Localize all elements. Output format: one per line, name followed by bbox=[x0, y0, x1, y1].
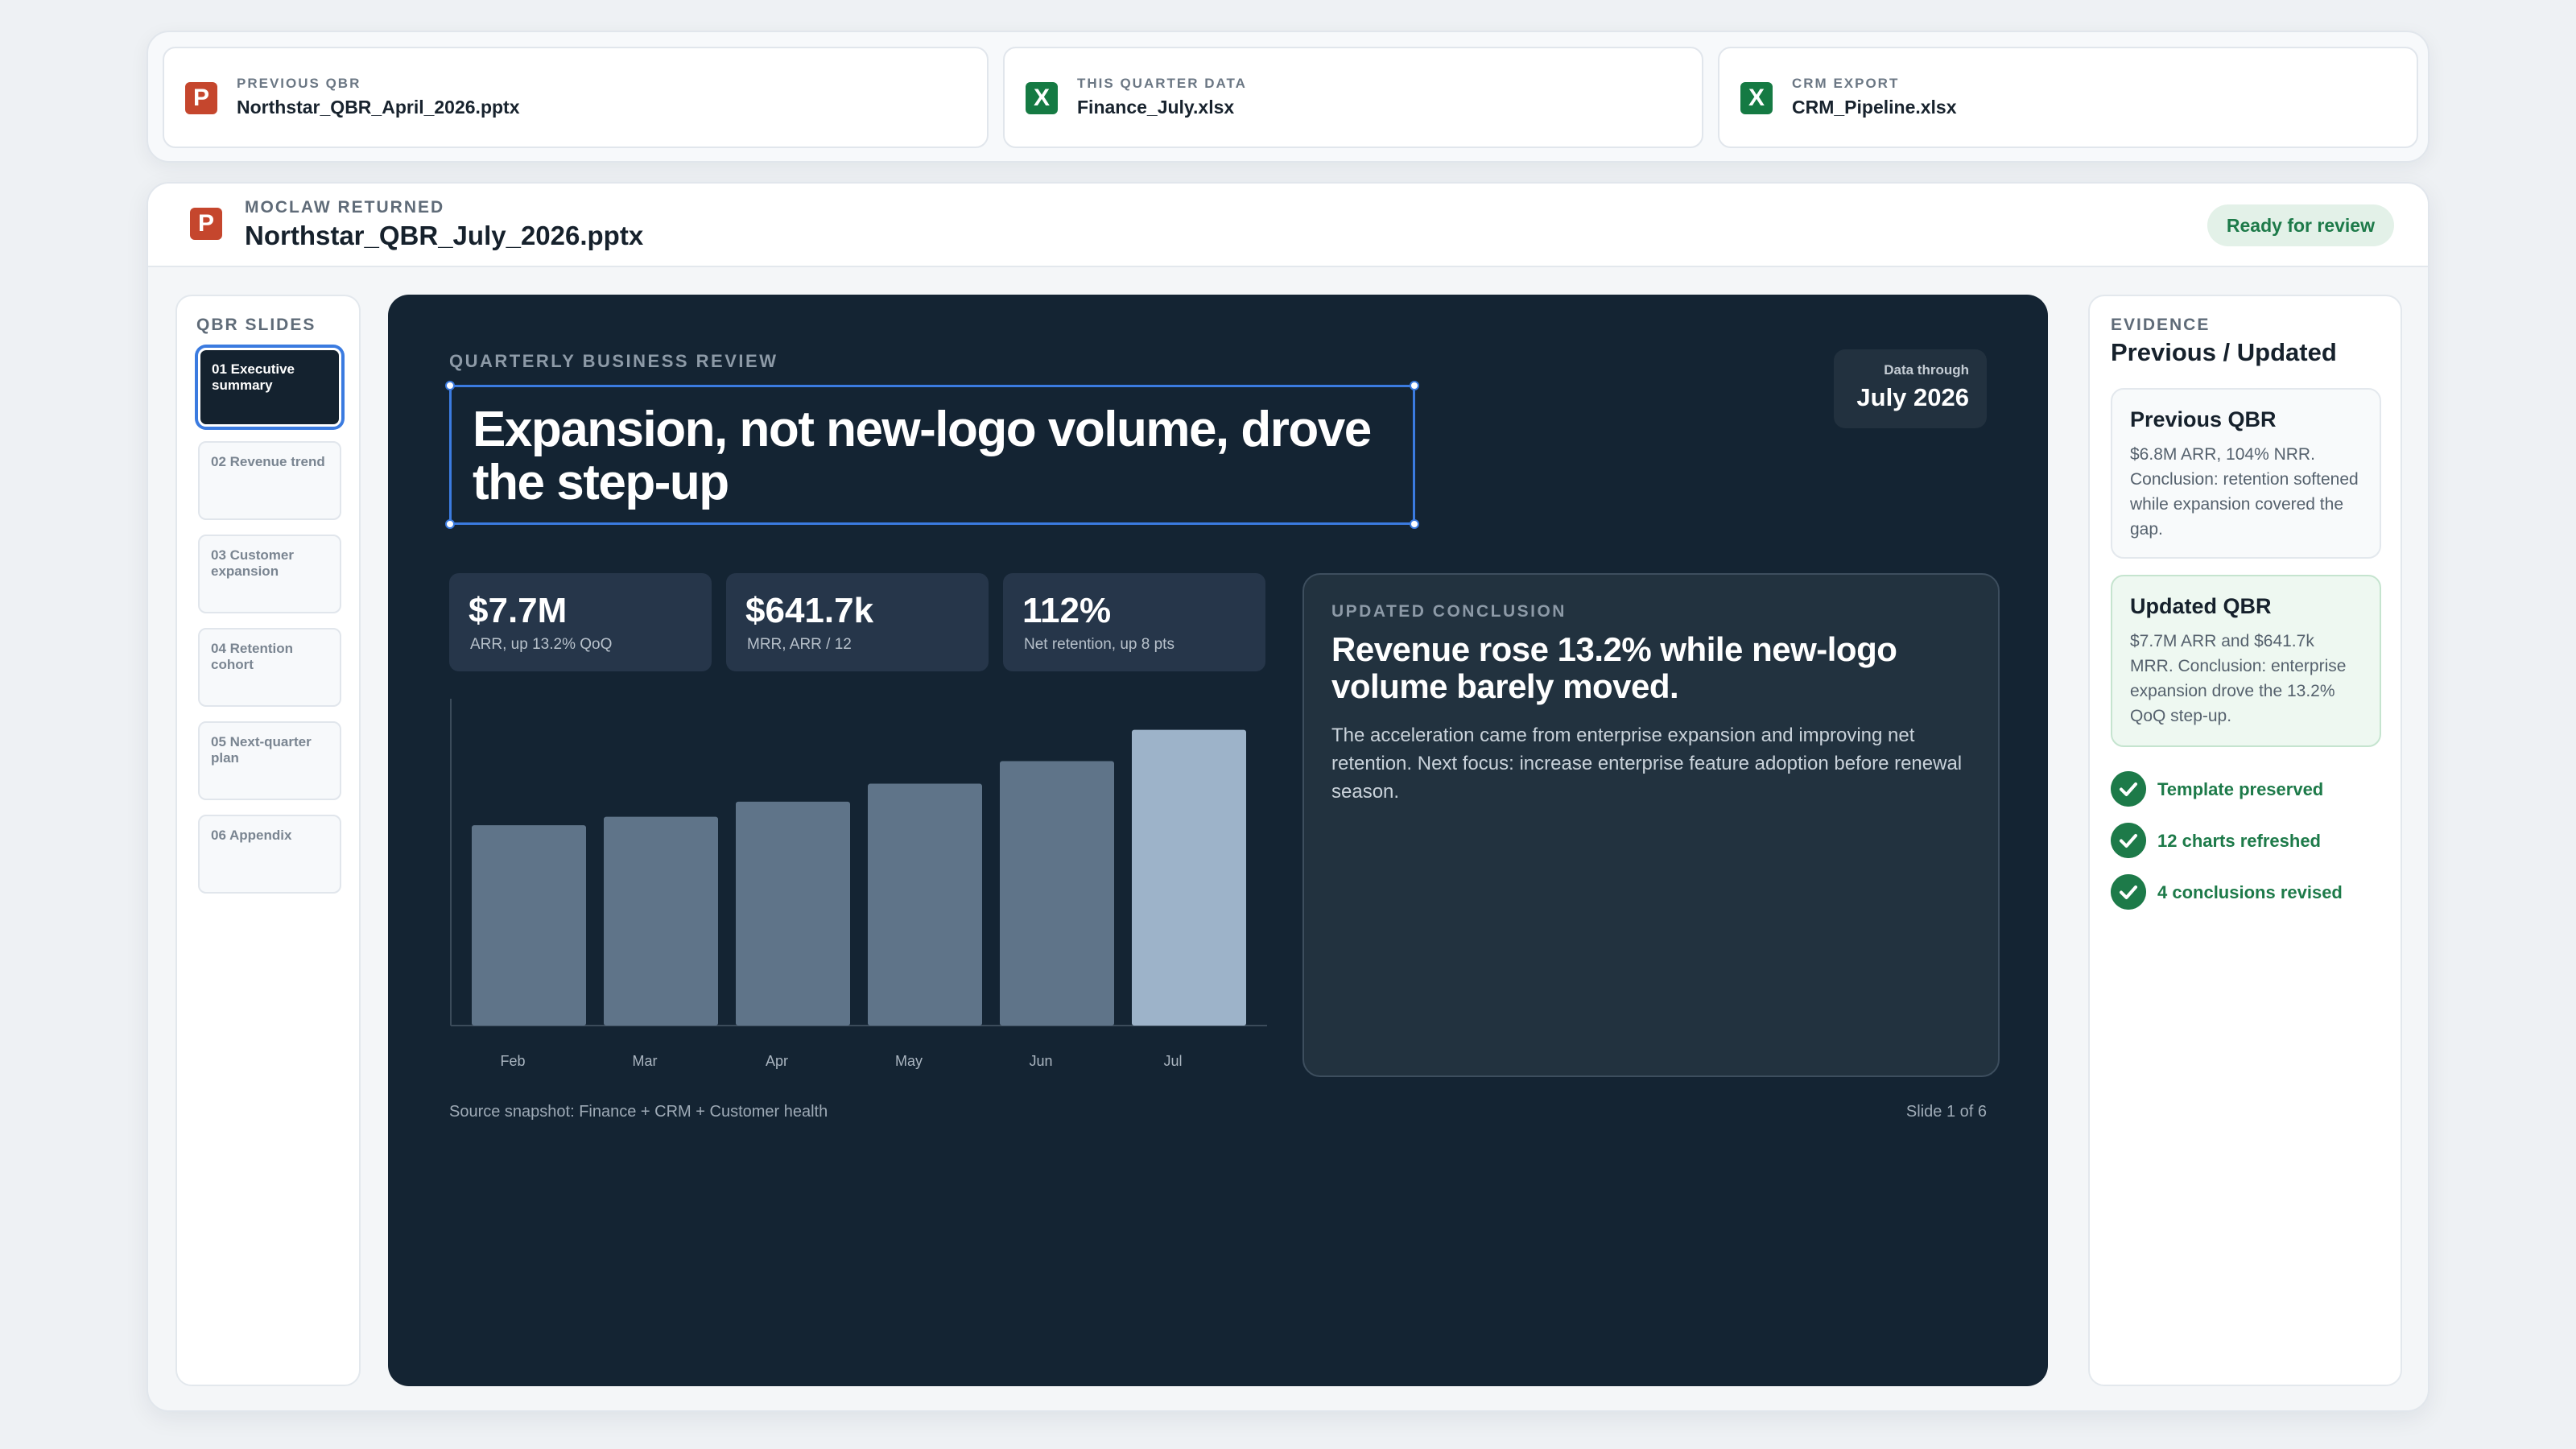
check-circle-icon bbox=[2111, 771, 2146, 807]
date-label: Data through bbox=[1884, 362, 1969, 378]
powerpoint-icon: P bbox=[190, 208, 222, 240]
chart-tick-label: Feb bbox=[500, 1053, 525, 1069]
excel-icon: X bbox=[1026, 82, 1058, 114]
source-files-strip: P PREVIOUS QBR Northstar_QBR_April_2026.… bbox=[147, 31, 2429, 163]
powerpoint-icon: P bbox=[185, 82, 217, 114]
slide-thumb-customer-expansion[interactable]: 03 Customer expansion bbox=[198, 535, 341, 613]
resize-handle-top-right[interactable] bbox=[1410, 381, 1419, 390]
conclusion-body: The acceleration came from enterprise ex… bbox=[1331, 724, 1963, 803]
slide-thumb-revenue-trend[interactable]: 02 Revenue trend bbox=[198, 441, 341, 520]
kpi-mrr: $641.7k MRR, ARR / 12 bbox=[726, 573, 989, 671]
evidence-card-title: Previous QBR bbox=[2130, 407, 2277, 431]
slide-page-number: Slide 1 of 6 bbox=[1905, 1103, 1987, 1121]
source-file-card-crm[interactable]: X CRM EXPORT CRM_Pipeline.xlsx bbox=[1718, 47, 2418, 148]
headline-selection-box[interactable]: Expansion, not new-logo volume, drove th… bbox=[445, 381, 1419, 529]
file-kicker: CRM EXPORT bbox=[1792, 76, 1900, 91]
chart-bar-mar bbox=[604, 816, 718, 1026]
chart-tick-label: Mar bbox=[633, 1053, 658, 1069]
slide-thumb-executive-summary[interactable]: 01 Executive summary bbox=[198, 348, 341, 427]
slide-source-note: Source snapshot: Finance + CRM + Custome… bbox=[449, 1103, 828, 1121]
status-badge: Ready for review bbox=[2207, 204, 2394, 246]
data-through-chip: Data through July 2026 bbox=[1834, 349, 1987, 428]
resize-handle-bottom-left[interactable] bbox=[445, 519, 455, 529]
evidence-title: Previous / Updated bbox=[2111, 338, 2337, 366]
conclusion-kicker: UPDATED CONCLUSION bbox=[1331, 602, 1567, 621]
slides-rail: QBR SLIDES 01 Executive summary 02 Reven… bbox=[175, 295, 361, 1386]
chart-bar-feb bbox=[472, 825, 586, 1026]
file-name: Northstar_QBR_April_2026.pptx bbox=[237, 97, 520, 118]
slide-thumb-appendix[interactable]: 06 Appendix bbox=[198, 815, 341, 894]
evidence-card-body: $6.8M ARR, 104% NRR. Conclusion: retenti… bbox=[2130, 445, 2359, 539]
check-circle-icon bbox=[2111, 874, 2146, 910]
kpi-value: 112% bbox=[1022, 591, 1112, 630]
chart-tick-label: Jul bbox=[1163, 1053, 1182, 1069]
chart-tick-label: Apr bbox=[766, 1053, 788, 1069]
chart-tick-label: May bbox=[895, 1053, 923, 1069]
check-label: Template preserved bbox=[2157, 779, 2324, 799]
returned-deck-panel: P MOCLAW RETURNED Northstar_QBR_July_202… bbox=[147, 182, 2429, 1412]
check-label: 4 conclusions revised bbox=[2157, 882, 2343, 902]
check-label: 12 charts refreshed bbox=[2157, 831, 2321, 851]
kpi-caption: ARR, up 13.2% QoQ bbox=[470, 636, 613, 653]
slide-headline[interactable]: Expansion, not new-logo volume, drove th… bbox=[473, 403, 1382, 510]
updated-conclusion-card: UPDATED CONCLUSION Revenue rose 13.2% wh… bbox=[1302, 573, 2000, 1077]
kpi-value: $641.7k bbox=[745, 591, 874, 630]
chart-bar-jun bbox=[1000, 761, 1114, 1026]
chart-tick-label: Jun bbox=[1029, 1053, 1052, 1069]
kpi-arr: $7.7M ARR, up 13.2% QoQ bbox=[449, 573, 712, 671]
slide-canvas[interactable]: QUARTERLY BUSINESS REVIEW Expansion, not… bbox=[388, 295, 2048, 1386]
revenue-bar-chart: Feb Mar Apr May Jun Jul bbox=[450, 699, 1267, 1069]
chart-bar-apr bbox=[736, 801, 850, 1026]
kpi-value: $7.7M bbox=[469, 591, 568, 630]
evidence-card-previous: Previous QBR $6.8M ARR, 104% NRR. Conclu… bbox=[2111, 388, 2381, 559]
chart-bar-jul bbox=[1132, 729, 1246, 1026]
kpi-net-retention: 112% Net retention, up 8 pts bbox=[1003, 573, 1265, 671]
file-kicker: PREVIOUS QBR bbox=[237, 76, 361, 91]
slide-thumb-retention-cohort[interactable]: 04 Retention cohort bbox=[198, 628, 341, 707]
source-file-card-previous-qbr[interactable]: P PREVIOUS QBR Northstar_QBR_April_2026.… bbox=[163, 47, 989, 148]
resize-handle-bottom-right[interactable] bbox=[1410, 519, 1419, 529]
evidence-kicker: EVIDENCE bbox=[2111, 316, 2211, 334]
kpi-caption: MRR, ARR / 12 bbox=[747, 636, 852, 653]
slide-kicker: QUARTERLY BUSINESS REVIEW bbox=[449, 351, 778, 371]
kpi-caption: Net retention, up 8 pts bbox=[1024, 636, 1174, 653]
evidence-card-updated: Updated QBR $7.7M ARR and $641.7k MRR. C… bbox=[2111, 575, 2381, 747]
file-name: CRM_Pipeline.xlsx bbox=[1792, 97, 1957, 118]
result-kicker: MOCLAW RETURNED bbox=[245, 198, 445, 217]
slide-thumb-next-quarter-plan[interactable]: 05 Next-quarter plan bbox=[198, 721, 341, 800]
file-name: Finance_July.xlsx bbox=[1077, 97, 1235, 118]
check-circle-icon bbox=[2111, 823, 2146, 858]
conclusion-title: Revenue rose 13.2% while new-logo volume… bbox=[1331, 630, 1897, 705]
excel-icon: X bbox=[1740, 82, 1773, 114]
evidence-panel: EVIDENCE Previous / Updated Previous QBR… bbox=[2088, 295, 2402, 1386]
date-value: July 2026 bbox=[1856, 383, 1969, 411]
source-file-card-finance[interactable]: X THIS QUARTER DATA Finance_July.xlsx bbox=[1003, 47, 1703, 148]
result-header: P MOCLAW RETURNED Northstar_QBR_July_202… bbox=[148, 184, 2428, 267]
rail-title: QBR SLIDES bbox=[196, 316, 316, 334]
evidence-card-title: Updated QBR bbox=[2130, 594, 2272, 618]
chart-bar-may bbox=[868, 783, 982, 1026]
file-kicker: THIS QUARTER DATA bbox=[1077, 76, 1247, 91]
result-file-name[interactable]: Northstar_QBR_July_2026.pptx bbox=[245, 221, 643, 251]
resize-handle-top-left[interactable] bbox=[445, 381, 455, 390]
evidence-card-body: $7.7M ARR and $641.7k MRR. Conclusion: e… bbox=[2130, 632, 2347, 725]
